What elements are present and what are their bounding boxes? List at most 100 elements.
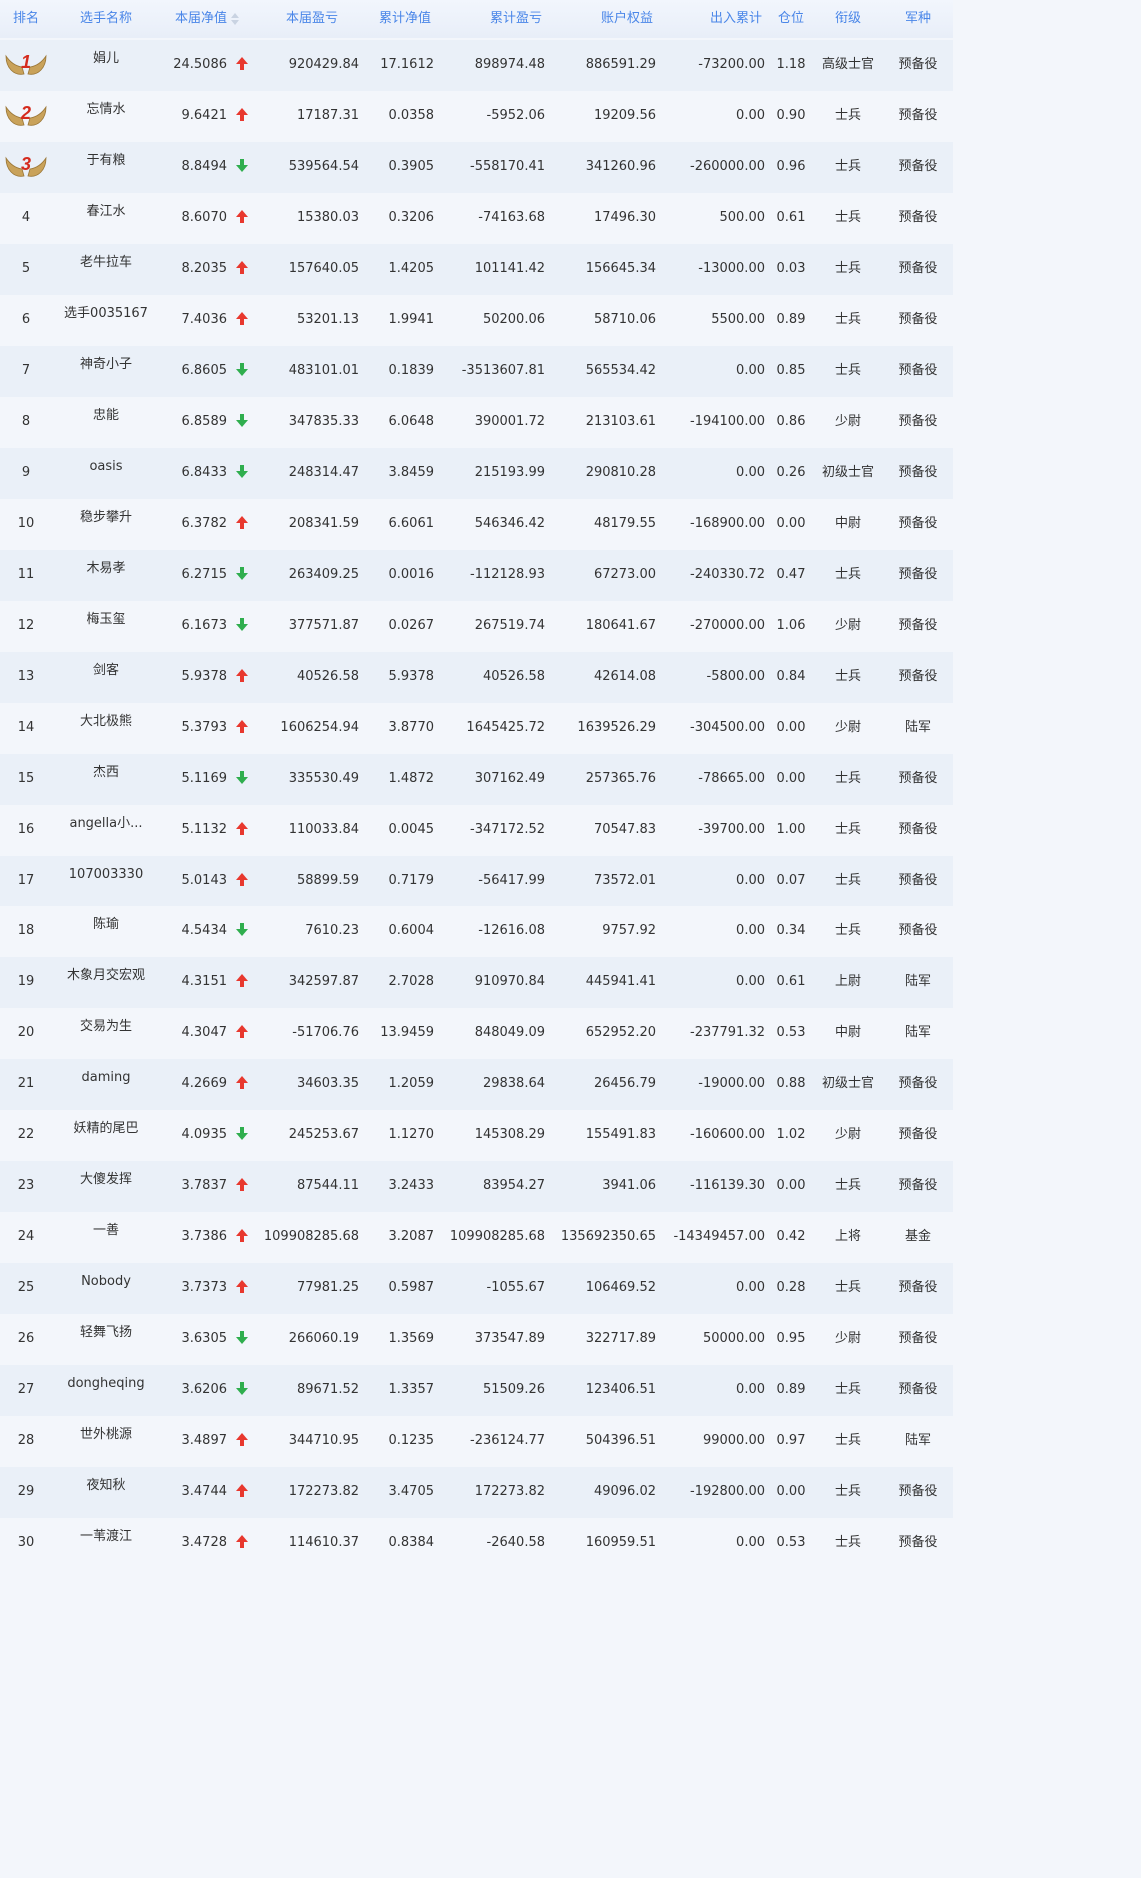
table-row[interactable]: 28 世外桃源 3.4897 344710.95 0.1235 -236124.77 504… <box>0 1416 953 1468</box>
season-pnl-cell: 7610.23 <box>305 923 359 939</box>
player-name-cell[interactable]: 交易为生 <box>80 1008 132 1059</box>
player-name-cell[interactable]: dongheqing <box>67 1365 144 1416</box>
player-name-cell[interactable]: 忠能 <box>93 397 119 448</box>
cumulative-pnl-cell: -12616.08 <box>478 923 545 939</box>
table-row[interactable]: 16 angella小... 5.1132 110033.84 0.0045 -34717… <box>0 804 953 856</box>
table-row[interactable]: 7 神奇小子 6.8605 483101.01 0.1839 -3513607.81 565… <box>0 345 953 397</box>
position-cell: 0.47 <box>776 566 806 582</box>
table-row[interactable]: 21 daming 4.2669 34603.35 1.2059 29838.64 2645… <box>0 1059 953 1111</box>
arrow-up-icon <box>236 1280 248 1294</box>
table-row[interactable]: 5 老牛拉车 8.2035 157640.05 1.4205 101141.42 15664… <box>0 243 953 295</box>
branch-cell: 预备役 <box>898 566 938 582</box>
table-row[interactable]: 25 Nobody 3.7373 77981.25 0.5987 -1055.67 1064… <box>0 1263 953 1315</box>
player-name-cell[interactable]: 杰西 <box>93 754 119 805</box>
table-row[interactable]: 26 轻舞飞扬 3.6305 266060.19 1.3569 373547.89 3227… <box>0 1314 953 1366</box>
position-cell: 0.90 <box>776 107 806 123</box>
player-name-cell[interactable]: 于有粮 <box>86 142 125 193</box>
player-name-cell[interactable]: 一善 <box>93 1212 119 1263</box>
cumulative-nav-cell: 0.7179 <box>388 872 435 888</box>
player-name-cell[interactable]: 选手0035167 <box>64 295 148 346</box>
player-name-cell[interactable]: 忘情水 <box>86 91 125 142</box>
table-row[interactable]: 12 梅玉玺 6.1673 377571.87 0.0267 267519.74 18064… <box>0 600 953 652</box>
table-row[interactable]: 18 陈瑜 4.5434 7610.23 0.6004 -12616.08 9757.92 0… <box>0 906 953 958</box>
branch-cell: 预备役 <box>898 311 938 327</box>
header-season-pnl[interactable]: 本届盈亏 <box>286 0 338 38</box>
table-row[interactable]: 29 夜知秋 3.4744 172273.82 3.4705 172273.82 49096… <box>0 1467 953 1519</box>
branch-cell: 预备役 <box>898 107 938 123</box>
player-name-cell[interactable]: 木象月交宏观 <box>67 957 145 1008</box>
table-row[interactable]: 10 稳步攀升 6.3782 208341.59 6.6061 546346.42 4817… <box>0 498 953 550</box>
cumulative-nav-cell: 13.9459 <box>380 1025 434 1041</box>
table-row[interactable]: 30 一苇渡江 3.4728 114610.37 0.8384 -2640.58 16095… <box>0 1518 953 1570</box>
table-row[interactable]: 17 107003330 5.0143 58899.59 0.7179 -56417.99… <box>0 855 953 907</box>
player-name-cell[interactable]: 妖精的尾巴 <box>73 1110 138 1161</box>
season-pnl-cell: 110033.84 <box>288 821 359 837</box>
table-row[interactable]: 24 一善 3.7386 109908285.68 3.2087 109908285.68… <box>0 1212 953 1264</box>
player-name-cell[interactable]: 陈瑜 <box>93 906 119 957</box>
table-row[interactable]: 1 娟儿 24.5086 920429.84 17.1612 898974.48 8865… <box>0 40 953 91</box>
header-rank[interactable]: 排名 <box>13 0 39 38</box>
table-row[interactable]: 15 杰西 5.1169 335530.49 1.4872 307162.49 257365… <box>0 753 953 805</box>
header-cash-flow[interactable]: 出入累计 <box>710 0 762 38</box>
table-row[interactable]: 23 大傻发挥 3.7837 87544.11 3.2433 83954.27 3941.0… <box>0 1161 953 1213</box>
arrow-down-icon <box>236 1127 248 1141</box>
player-name-cell[interactable]: 一苇渡江 <box>80 1518 132 1569</box>
player-name-cell[interactable]: 大傻发挥 <box>80 1161 132 1212</box>
account-equity-cell: 156645.34 <box>585 260 656 276</box>
table-row[interactable]: 13 剑客 5.9378 40526.58 5.9378 40526.58 42614.08… <box>0 651 953 703</box>
player-name-cell[interactable]: 轻舞飞扬 <box>80 1314 132 1365</box>
table-row[interactable]: 3 于有粮 8.8494 539564.54 0.3905 -558170.41 3412… <box>0 141 953 193</box>
player-name-cell[interactable]: 世外桃源 <box>80 1416 132 1467</box>
branch-cell: 基金 <box>904 1229 932 1245</box>
player-name-cell[interactable]: daming <box>82 1059 131 1110</box>
player-name-cell[interactable]: 春江水 <box>86 193 125 244</box>
header-player-name[interactable]: 选手名称 <box>80 0 132 38</box>
table-row[interactable]: 4 春江水 8.6070 15380.03 0.3206 -74163.68 17496.3… <box>0 192 953 244</box>
table-row[interactable]: 22 妖精的尾巴 4.0935 245253.67 1.1270 145308.29 155… <box>0 1110 953 1162</box>
season-pnl-cell: 335530.49 <box>288 770 359 786</box>
branch-cell: 陆军 <box>904 719 932 735</box>
player-name-cell[interactable]: 夜知秋 <box>86 1467 125 1518</box>
cumulative-pnl-cell: 101141.42 <box>474 260 545 276</box>
table-row[interactable]: 20 交易为生 4.3047 -51706.76 13.9459 848049.09 652… <box>0 1008 953 1060</box>
table-row[interactable]: 8 忠能 6.8589 347835.33 6.0648 390001.72 213103.… <box>0 396 953 448</box>
sort-icon[interactable] <box>231 12 240 25</box>
table-row[interactable]: 9 oasis 6.8433 248314.47 3.8459 215193.99 2908… <box>0 447 953 499</box>
table-row[interactable]: 19 木象月交宏观 4.3151 342597.87 2.7028 910970.84 44… <box>0 957 953 1009</box>
account-equity-cell: 155491.83 <box>585 1127 656 1143</box>
player-name-cell[interactable]: angella小... <box>69 805 142 856</box>
header-cumulative-nav[interactable]: 累计净值 <box>379 0 431 38</box>
header-position[interactable]: 仓位 <box>778 0 804 38</box>
table-row[interactable]: 2 忘情水 9.6421 17187.31 0.0358 -5952.06 19209.5… <box>0 90 953 142</box>
rank-cell: 7 <box>21 362 31 378</box>
cash-flow-cell: -160600.00 <box>690 1127 765 1143</box>
player-name-cell[interactable]: 107003330 <box>69 856 143 907</box>
cash-flow-cell: -14349457.00 <box>673 1229 765 1245</box>
header-account-equity[interactable]: 账户权益 <box>601 0 653 38</box>
player-name-cell[interactable]: 稳步攀升 <box>80 499 132 550</box>
table-row[interactable]: 14 大北极熊 5.3793 1606254.94 3.8770 1645425.72 16… <box>0 702 953 754</box>
player-name-cell[interactable]: 木易孝 <box>86 550 125 601</box>
table-row[interactable]: 27 dongheqing 3.6206 89671.52 1.3357 51509.26… <box>0 1365 953 1417</box>
header-grade[interactable]: 衔级 <box>835 0 861 38</box>
cumulative-pnl-cell: 307162.49 <box>474 770 545 786</box>
header-season-nav[interactable]: 本届净值 <box>175 0 240 38</box>
player-name-cell[interactable]: 梅玉玺 <box>86 601 125 652</box>
branch-cell: 陆军 <box>904 974 932 990</box>
grade-cell: 士兵 <box>834 566 862 582</box>
cash-flow-cell: -192800.00 <box>690 1484 765 1500</box>
player-name-cell[interactable]: Nobody <box>81 1263 131 1314</box>
player-name-cell[interactable]: oasis <box>89 448 122 499</box>
table-row[interactable]: 11 木易孝 6.2715 263409.25 0.0016 -112128.93 6727… <box>0 549 953 601</box>
player-name-cell[interactable]: 娟儿 <box>93 40 119 91</box>
header-branch[interactable]: 军种 <box>905 0 931 38</box>
player-name-cell[interactable]: 大北极熊 <box>80 703 132 754</box>
arrow-up-icon <box>236 719 248 734</box>
header-cumulative-pnl[interactable]: 累计盈亏 <box>490 0 542 38</box>
player-name-cell[interactable]: 剑客 <box>93 652 119 703</box>
account-equity-cell: 48179.55 <box>593 515 656 531</box>
account-equity-cell: 504396.51 <box>585 1433 656 1449</box>
player-name-cell[interactable]: 神奇小子 <box>80 346 132 397</box>
table-row[interactable]: 6 选手0035167 7.4036 53201.13 1.9941 50200.06 58… <box>0 294 953 346</box>
player-name-cell[interactable]: 老牛拉车 <box>80 244 132 295</box>
